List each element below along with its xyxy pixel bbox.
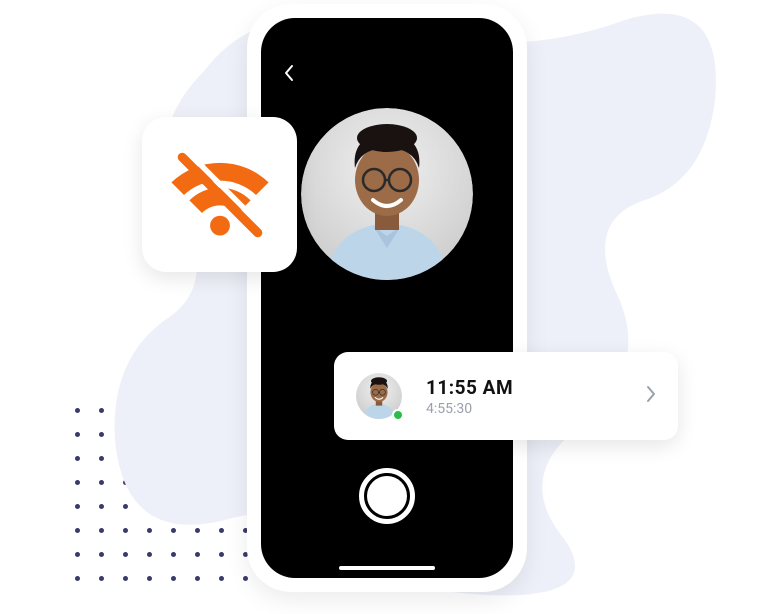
- back-button[interactable]: [283, 64, 295, 87]
- time-entry-card[interactable]: 11:55 AM 4:55:30: [334, 352, 678, 440]
- entry-duration: 4:55:30: [426, 401, 646, 417]
- home-indicator: [339, 566, 435, 570]
- phone-frame: [247, 4, 527, 592]
- entry-info: 11:55 AM 4:55:30: [426, 376, 646, 417]
- phone-notch: [322, 18, 452, 44]
- phone-screen: [261, 18, 513, 578]
- online-status-dot: [392, 409, 404, 421]
- wifi-off-icon: [166, 150, 274, 240]
- entry-time: 11:55 AM: [426, 376, 646, 399]
- chevron-right-icon: [646, 384, 656, 408]
- user-avatar-large: [301, 108, 473, 280]
- back-chevron-icon: [283, 64, 295, 82]
- camera-shutter-button[interactable]: [359, 468, 415, 524]
- user-avatar-small: [356, 373, 402, 419]
- offline-indicator-card: [142, 117, 297, 272]
